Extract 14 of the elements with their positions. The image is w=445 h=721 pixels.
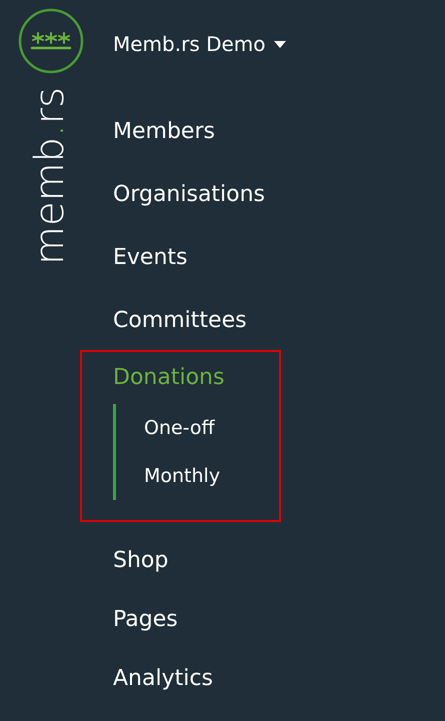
workspace-dropdown[interactable]: Memb.rs Demo xyxy=(113,28,286,60)
nav-link[interactable]: Pages xyxy=(113,608,178,630)
caret-icon xyxy=(274,40,286,48)
logo-icon xyxy=(18,8,84,74)
logo-wordmark: memb.rs xyxy=(30,87,70,265)
nav-link[interactable]: Members xyxy=(113,120,215,142)
nav-link[interactable]: Donations xyxy=(113,367,224,389)
nav-link[interactable]: Shop xyxy=(113,550,168,572)
nav-link[interactable]: Organisations xyxy=(113,184,266,206)
submenu-link[interactable]: One-off xyxy=(144,418,215,438)
nav-link[interactable]: Events xyxy=(113,246,188,268)
nav-link[interactable]: Analytics xyxy=(113,668,213,690)
submenu-link[interactable]: Monthly xyxy=(144,466,220,486)
nav-link[interactable]: Committees xyxy=(113,310,247,332)
